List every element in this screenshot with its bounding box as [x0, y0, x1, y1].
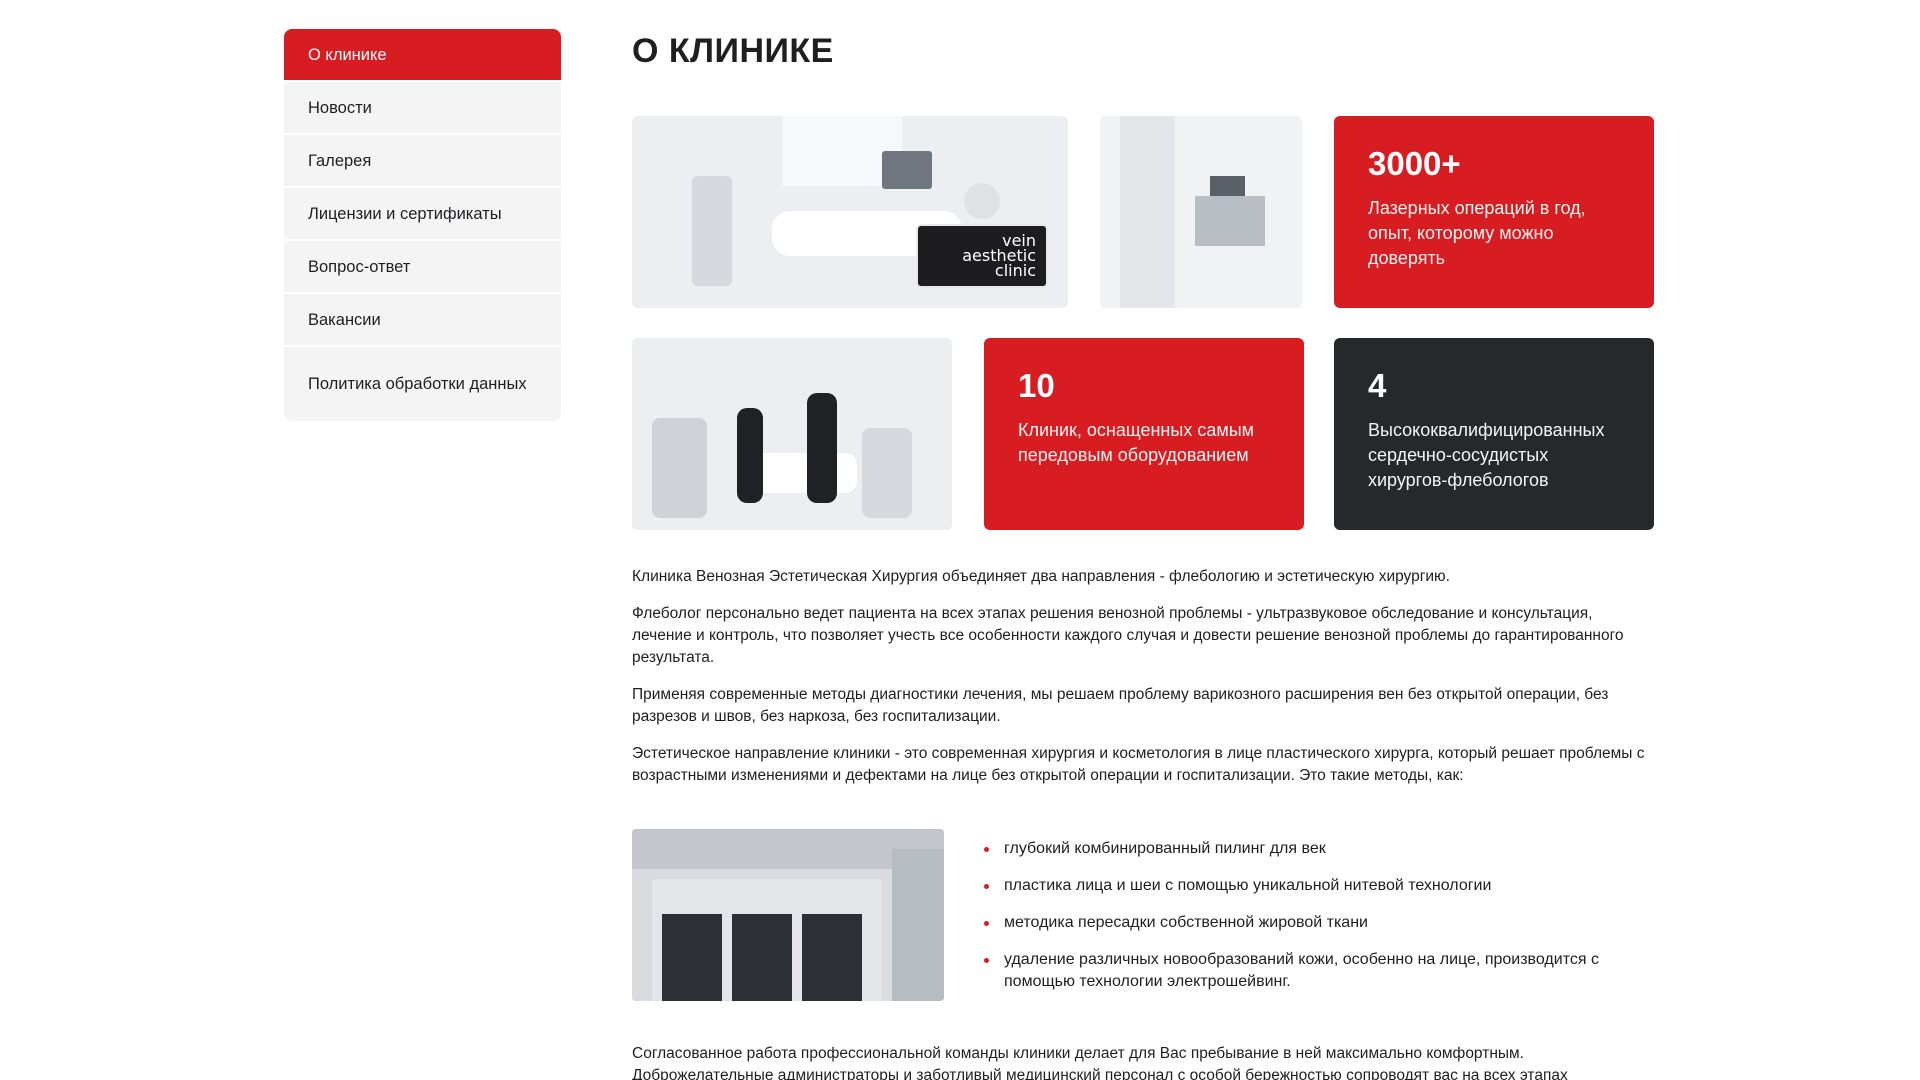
sidebar-item-about[interactable]: О клинике [284, 29, 561, 82]
about-paragraph: Флеболог персонально ведет пациента на в… [632, 605, 1624, 666]
stat-number: 10 [1018, 367, 1055, 404]
sidebar-item-licenses[interactable]: Лицензии и сертификаты [284, 188, 561, 241]
clinic-corridor-illustration [1100, 116, 1302, 308]
stat-number: 4 [1368, 367, 1387, 404]
sidebar-item-privacy-policy[interactable]: Политика обработки данных [284, 347, 561, 421]
clinic-corridor-photo [1100, 116, 1302, 308]
stat-number: 3000+ [1368, 145, 1461, 182]
sidebar-nav: О клинике Новости Галерея Лицензии и сер… [284, 29, 561, 421]
stat-description: Клиник, оснащенных самым передовым обору… [1018, 420, 1255, 465]
about-paragraph: Эстетическое направление клиники - это с… [632, 745, 1645, 784]
stat-description: Высококвалифицированных сердечно-сосудис… [1368, 420, 1605, 490]
sidebar-item-news[interactable]: Новости [284, 82, 561, 135]
clinic-procedure-illustration [632, 338, 952, 530]
sidebar-item-gallery[interactable]: Галерея [284, 135, 561, 188]
stat-description: Лазерных операций в год, опыт, которому … [1368, 198, 1586, 268]
about-paragraph: Клиника Венозная Эстетическая Хирургия о… [632, 568, 1450, 585]
methods-list: глубокий комбинированный пилинг для век … [982, 838, 1648, 1008]
list-item: удаление различных новообразований кожи,… [982, 949, 1648, 993]
page-title: О КЛИНИКЕ [632, 32, 834, 70]
stat-card-operations: 3000+ Лазерных операций в год, опыт, кот… [1334, 116, 1654, 308]
clinic-room-photo: vein aesthetic clinic [632, 116, 1068, 308]
stat-card-clinics: 10 Клиник, оснащенных самым передовым об… [984, 338, 1304, 530]
clinic-logo-badge: vein aesthetic clinic [916, 224, 1048, 288]
about-text: Клиника Венозная Эстетическая Хирургия о… [632, 566, 1648, 802]
list-item: пластика лица и шеи с помощью уникальной… [982, 875, 1648, 897]
logo-line-3: clinic [994, 261, 1036, 280]
about-paragraph: Применяя современные методы диагностики … [632, 686, 1609, 725]
list-item: глубокий комбинированный пилинг для век [982, 838, 1648, 860]
clinic-building-photo [632, 829, 944, 1001]
sidebar-item-faq[interactable]: Вопрос-ответ [284, 241, 561, 294]
clinic-building-illustration [632, 829, 944, 1001]
sidebar-item-vacancies[interactable]: Вакансии [284, 294, 561, 347]
clinic-procedure-photo [632, 338, 952, 530]
team-paragraph: Согласованное работа профессиональной ко… [632, 1045, 1568, 1080]
stat-card-surgeons: 4 Высококвалифицированных сердечно-сосуд… [1334, 338, 1654, 530]
list-item: методика пересадки собственной жировой т… [982, 912, 1648, 934]
